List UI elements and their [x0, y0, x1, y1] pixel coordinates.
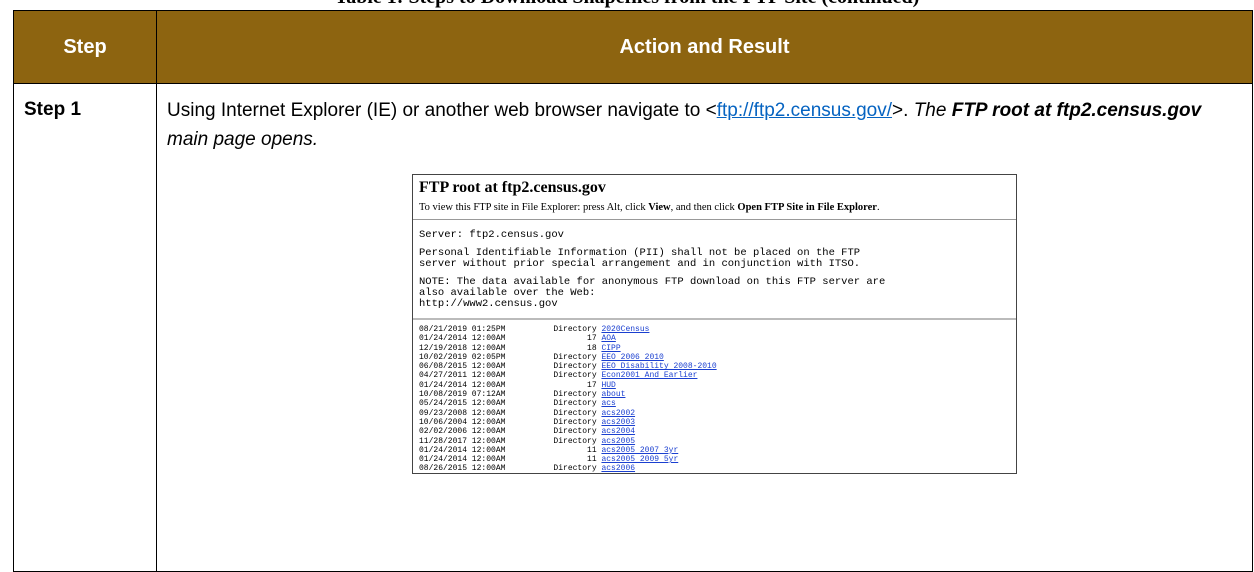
listing-row: 10/02/2019 02:05PM Directory EEO 2006 20…: [419, 353, 1016, 362]
listing-meta: 12/19/2018 12:00AM 18: [419, 344, 601, 353]
step-content: Using Internet Explorer (IE) or another …: [157, 84, 1253, 572]
table-row: Step 1 Using Internet Explorer (IE) or a…: [14, 84, 1253, 572]
result-text: The: [914, 100, 952, 121]
listing-link[interactable]: acs2005: [601, 437, 635, 446]
screenshot-instructions: To view this FTP site in File Explorer: …: [413, 197, 1016, 220]
listing-row: 10/08/2019 07:12AM Directory about: [419, 390, 1016, 399]
listing-meta: 01/24/2014 12:00AM 11: [419, 446, 601, 455]
listing-link[interactable]: acs2006: [601, 464, 635, 473]
listing-meta: 10/08/2019 07:12AM Directory: [419, 390, 601, 399]
listing-row: 02/02/2006 12:00AM Directory acs2004: [419, 427, 1016, 436]
table-header-row: Step Action and Result: [14, 11, 1253, 84]
note-text: NOTE: The data available for anonymous F…: [419, 277, 1016, 310]
listing-link[interactable]: acs2003: [601, 418, 635, 427]
instr-view: View: [648, 202, 670, 213]
listing-link[interactable]: Econ2001 And Earlier: [601, 371, 697, 380]
listing-row: 08/26/2015 12:00AM Directory acs2006: [419, 464, 1016, 473]
step-instruction: Using Internet Explorer (IE) or another …: [167, 96, 1244, 154]
result-text-end: main page opens.: [167, 129, 318, 150]
listing-link[interactable]: EEO 2006 2010: [601, 353, 663, 362]
listing-row: 09/23/2008 12:00AM Directory acs2002: [419, 409, 1016, 418]
instr-text-2: , and then click: [671, 202, 738, 213]
step-column-header: Step: [14, 11, 157, 84]
listing-meta: 08/26/2015 12:00AM Directory: [419, 464, 601, 473]
listing-meta: 05/24/2015 12:00AM Directory: [419, 399, 601, 408]
listing-row: 04/27/2011 12:00AM Directory Econ2001 An…: [419, 371, 1016, 380]
listing-link[interactable]: AOA: [601, 334, 615, 343]
listing-meta: 01/24/2014 12:00AM 17: [419, 334, 601, 343]
ftp-root-screenshot: FTP root at ftp2.census.gov To view this…: [412, 174, 1017, 474]
server-line: Server: ftp2.census.gov: [419, 230, 1016, 241]
listing-meta: 08/21/2019 01:25PM Directory: [419, 325, 601, 334]
listing-link[interactable]: acs2005 2009 5yr: [601, 455, 678, 464]
listing-meta: 02/02/2006 12:00AM Directory: [419, 427, 601, 436]
document-title: Table 1: Steps to Download Shapefiles fr…: [0, 0, 1254, 9]
listing-meta: 06/08/2015 12:00AM Directory: [419, 362, 601, 371]
listing-meta: 10/06/2004 12:00AM Directory: [419, 418, 601, 427]
listing-meta: 11/28/2017 12:00AM Directory: [419, 437, 601, 446]
instr-open: Open FTP Site in File Explorer: [737, 202, 877, 213]
action-column-header: Action and Result: [157, 11, 1253, 84]
step-label: Step 1: [14, 84, 157, 572]
listing-link[interactable]: HUD: [601, 381, 615, 390]
listing-row: 01/24/2014 12:00AM 11 acs2005 2009 5yr: [419, 455, 1016, 464]
result-bold-text: FTP root at ftp2.census.gov: [952, 100, 1202, 121]
listing-meta: 10/02/2019 02:05PM Directory: [419, 353, 601, 362]
instruction-text-end: >.: [892, 100, 914, 121]
listing-row: 01/24/2014 12:00AM 17 HUD: [419, 381, 1016, 390]
listing-link[interactable]: 2020Census: [601, 325, 649, 334]
listing-row: 10/06/2004 12:00AM Directory acs2003: [419, 418, 1016, 427]
instr-text: To view this FTP site in File Explorer: …: [419, 202, 648, 213]
listing-meta: 01/24/2014 12:00AM 17: [419, 381, 601, 390]
instr-text-3: .: [877, 202, 880, 213]
screenshot-preformatted: Server: ftp2.census.gov Personal Identif…: [413, 220, 1016, 310]
ftp-link[interactable]: ftp://ftp2.census.gov/: [717, 100, 892, 121]
instruction-text: Using Internet Explorer (IE) or another …: [167, 100, 717, 121]
listing-link[interactable]: acs: [601, 399, 615, 408]
listing-link[interactable]: about: [601, 390, 625, 399]
listing-link[interactable]: acs2004: [601, 427, 635, 436]
listing-row: 01/24/2014 12:00AM 11 acs2005 2007 3yr: [419, 446, 1016, 455]
pii-notice: Personal Identifiable Information (PII) …: [419, 248, 1016, 270]
listing-link[interactable]: acs2002: [601, 409, 635, 418]
listing-link[interactable]: EEO Disability 2008-2010: [601, 362, 716, 371]
directory-listing: 08/21/2019 01:25PM Directory 2020Census0…: [413, 318, 1016, 474]
listing-meta: 09/23/2008 12:00AM Directory: [419, 409, 601, 418]
screenshot-title: FTP root at ftp2.census.gov: [413, 175, 1016, 197]
listing-meta: 01/24/2014 12:00AM 11: [419, 455, 601, 464]
listing-row: 05/24/2015 12:00AM Directory acs: [419, 399, 1016, 408]
listing-row: 06/08/2015 12:00AM Directory EEO Disabil…: [419, 362, 1016, 371]
listing-row: 12/19/2018 12:00AM 18 CIPP: [419, 344, 1016, 353]
listing-row: 11/28/2017 12:00AM Directory acs2005: [419, 437, 1016, 446]
listing-link[interactable]: acs2005 2007 3yr: [601, 446, 678, 455]
listing-row: 01/24/2014 12:00AM 17 AOA: [419, 334, 1016, 343]
listing-meta: 04/27/2011 12:00AM Directory: [419, 371, 601, 380]
steps-table: Step Action and Result Step 1 Using Inte…: [13, 10, 1253, 572]
listing-link[interactable]: CIPP: [601, 344, 620, 353]
listing-row: 08/21/2019 01:25PM Directory 2020Census: [419, 325, 1016, 334]
